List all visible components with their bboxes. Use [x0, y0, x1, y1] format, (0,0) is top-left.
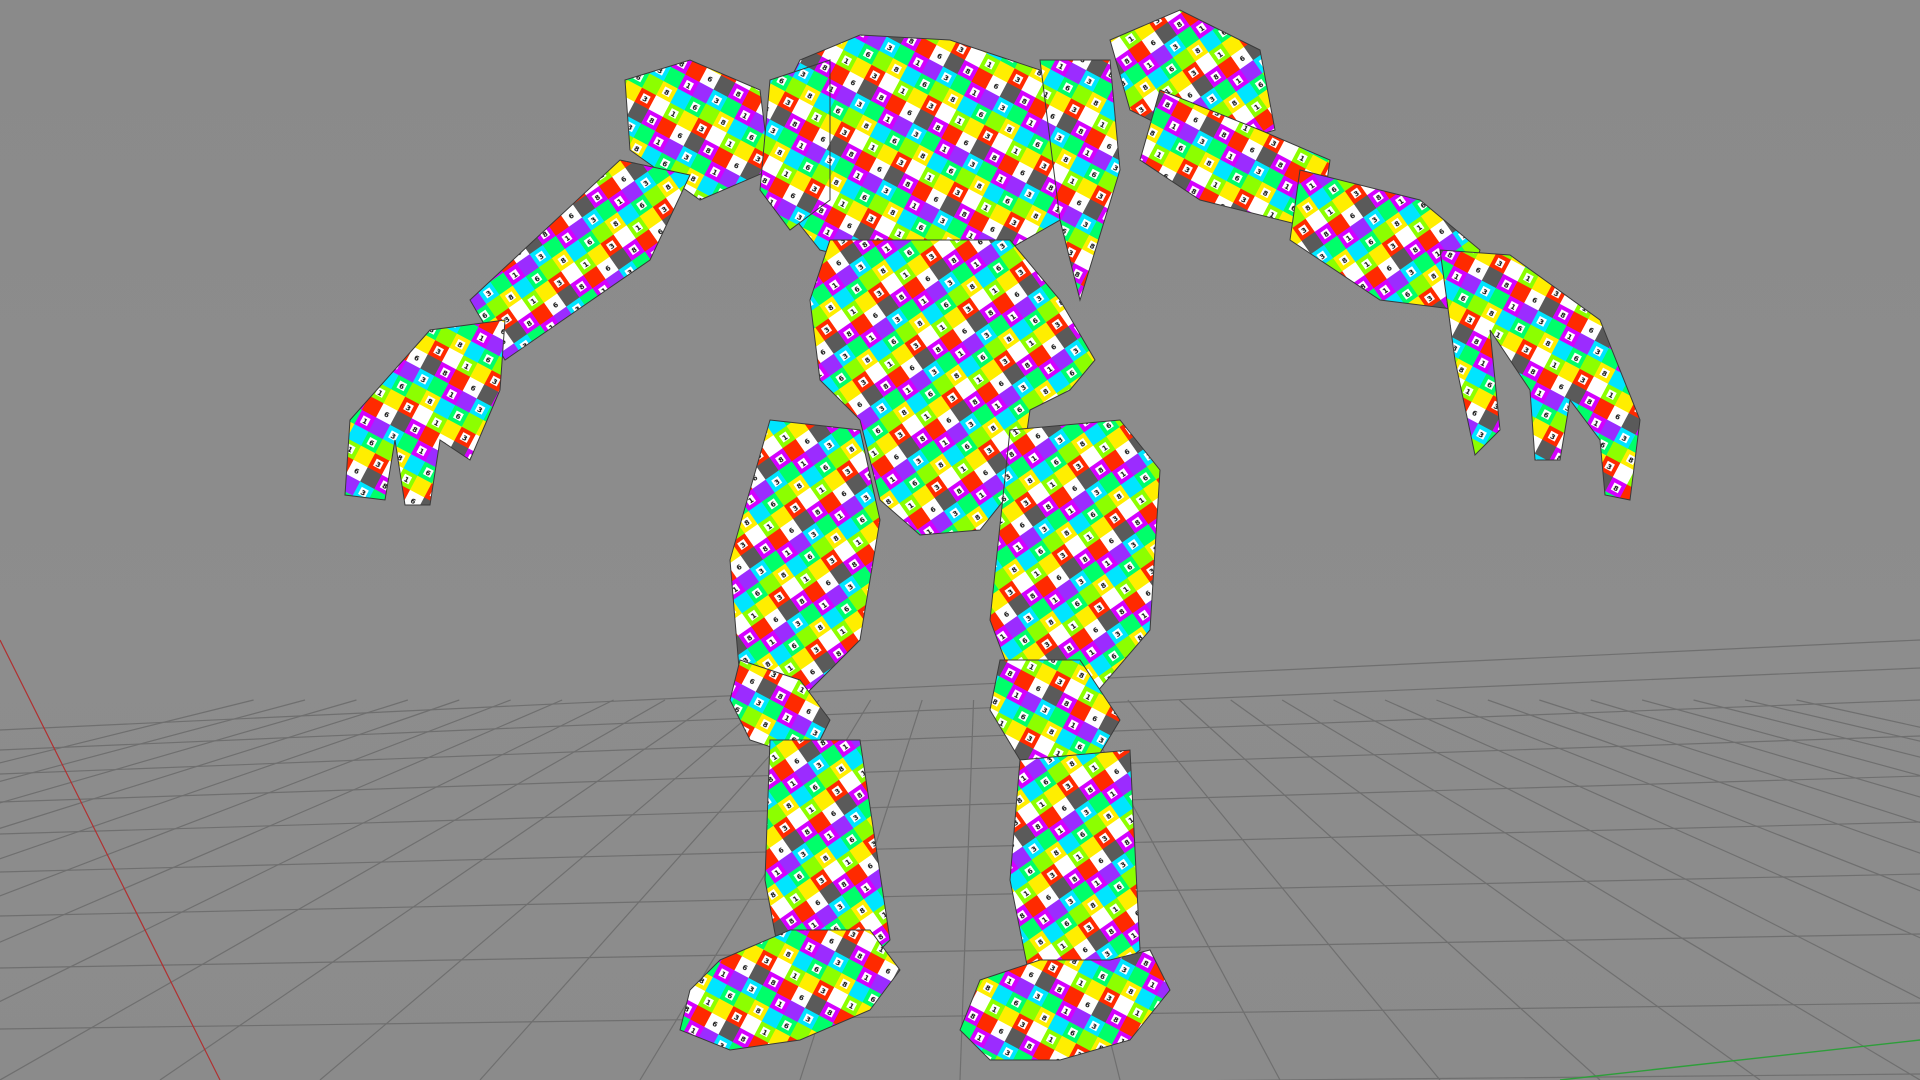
right-foot: [959, 949, 1171, 1061]
x-axis-line: [0, 639, 221, 1080]
shoulder-armor-left: [759, 59, 831, 231]
ground-grid: [0, 639, 1920, 1080]
left-thigh: [729, 419, 881, 701]
viewport-scene[interactable]: 13681368: [0, 0, 1920, 1080]
robot-mech-model[interactable]: [344, 9, 1641, 1061]
left-hand: [344, 319, 506, 506]
right-shin: [1009, 749, 1141, 991]
left-foot: [679, 929, 901, 1051]
right-thigh: [989, 419, 1161, 701]
3d-viewport[interactable]: 13681368: [0, 0, 1920, 1080]
right-hand: [1439, 249, 1641, 501]
